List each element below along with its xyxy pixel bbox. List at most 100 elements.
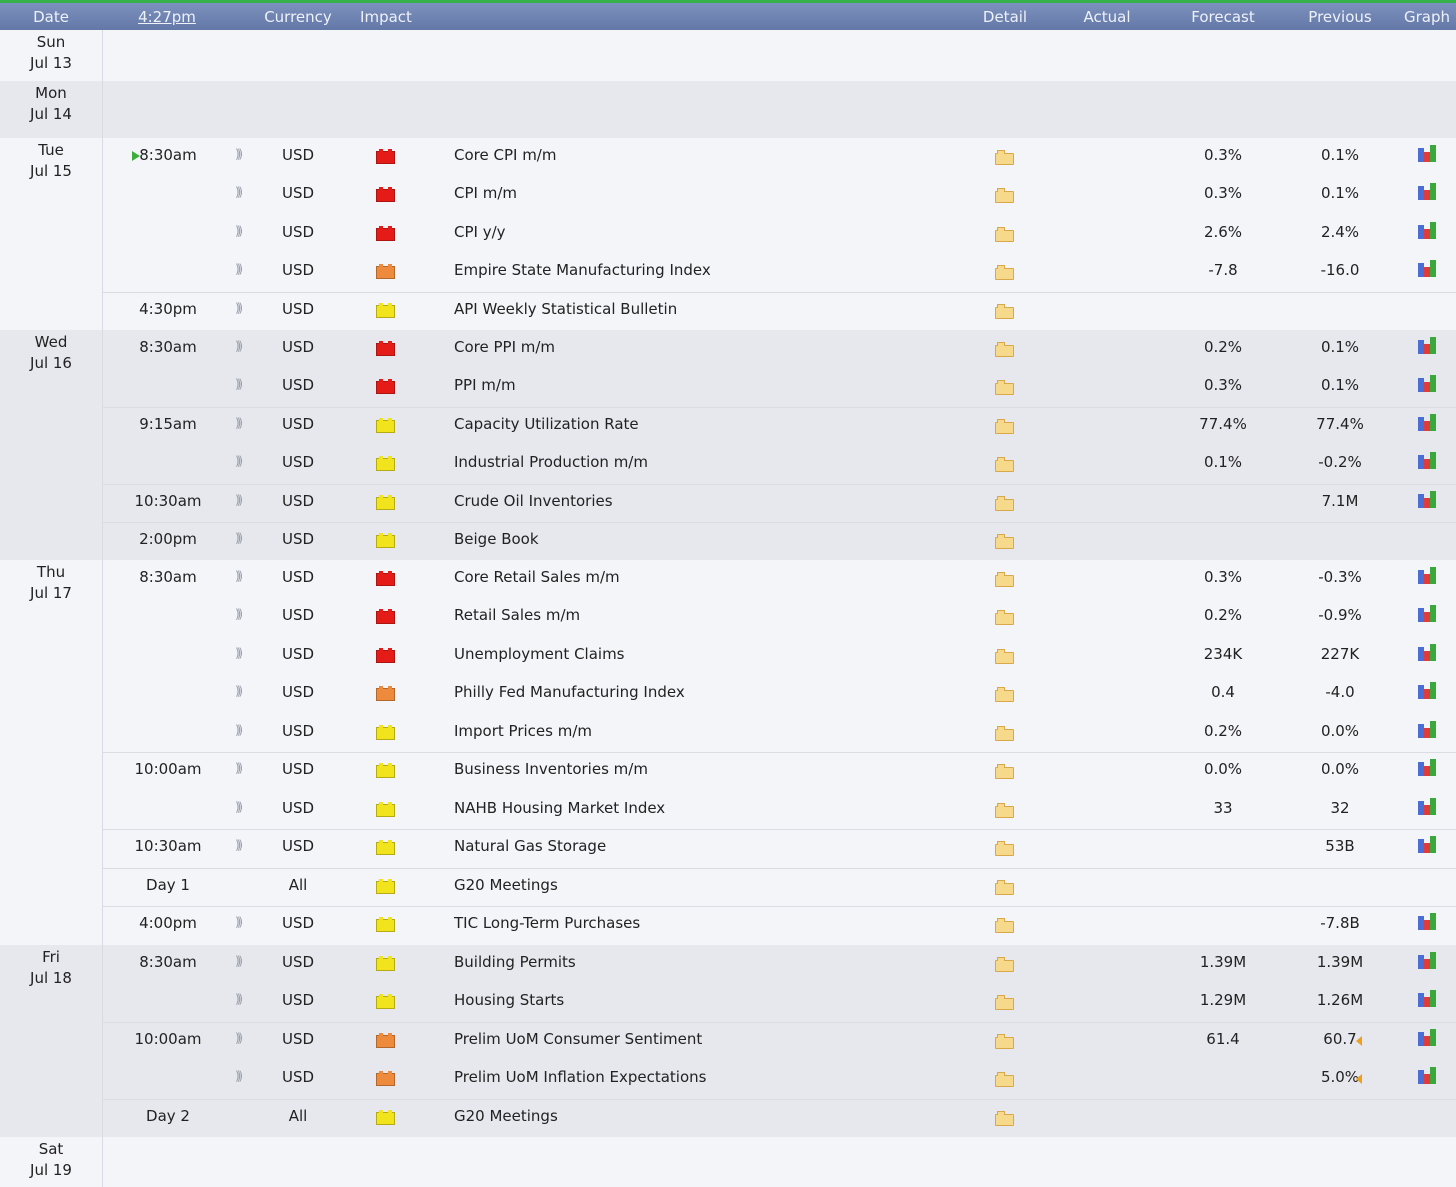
graph-chart-icon[interactable] [1416,989,1440,1008]
graph-chart-icon[interactable] [1416,643,1440,661]
event-row[interactable]: ))) USD Retail Sales m/m 0.2% -0.9% [0,598,1456,636]
event-title[interactable]: Prelim UoM Consumer Sentiment [454,1030,702,1048]
header-time-link[interactable]: 4:27pm [138,8,196,26]
detail-folder-icon[interactable] [995,957,1014,972]
event-row[interactable]: 10:00am))) USD Prelim UoM Consumer Sentime… [0,1021,1456,1060]
event-title[interactable]: Crude Oil Inventories [454,492,613,510]
detail-folder-icon[interactable] [995,918,1014,934]
graph-chart-icon[interactable] [1416,413,1440,431]
event-row[interactable]: 9:15am))) USD Capacity Utilization Rate 77.… [0,406,1456,445]
event-row[interactable]: 8:30am))) USD Core PPI m/m 0.2% 0.1% [0,330,1456,368]
graph-chart-icon[interactable] [1416,720,1440,738]
detail-folder-icon[interactable] [995,495,1014,511]
event-row[interactable]: ))) USD Industrial Production m/m 0.1% -0.2% [0,445,1456,483]
event-row[interactable]: 4:00pm))) USD TIC Long-Term Purchases -7.8B [0,906,1456,944]
event-title[interactable]: Unemployment Claims [454,645,625,663]
detail-folder-icon[interactable] [995,1110,1014,1126]
event-title[interactable]: G20 Meetings [454,1107,558,1125]
sound-alert-icon[interactable]: ))) [235,1069,243,1083]
event-title[interactable]: NAHB Housing Market Index [454,799,665,817]
detail-folder-icon[interactable] [995,802,1014,818]
sound-alert-icon[interactable]: ))) [235,377,243,391]
event-title[interactable]: Import Prices m/m [454,722,592,740]
graph-chart-icon[interactable] [1416,1066,1440,1085]
sound-alert-icon[interactable]: ))) [235,723,243,737]
event-title[interactable]: Retail Sales m/m [454,606,580,624]
event-title[interactable]: TIC Long-Term Purchases [454,914,640,932]
event-title[interactable]: Core Retail Sales m/m [454,568,620,586]
detail-folder-icon[interactable] [995,879,1014,895]
event-title[interactable]: API Weekly Statistical Bulletin [454,300,677,318]
event-title[interactable]: G20 Meetings [454,876,558,894]
graph-chart-icon[interactable] [1416,604,1440,623]
graph-chart-icon[interactable] [1416,259,1440,278]
sound-alert-icon[interactable]: ))) [235,224,243,238]
event-title[interactable]: Business Inventories m/m [454,760,648,778]
event-row[interactable]: 10:00am))) USD Business Inventories m/m 0.0… [0,752,1456,790]
sound-alert-icon[interactable]: ))) [235,646,243,660]
detail-folder-icon[interactable] [995,1033,1014,1049]
detail-folder-icon[interactable] [995,418,1014,434]
detail-folder-icon[interactable] [995,1072,1014,1088]
sound-alert-icon[interactable]: ))) [235,147,243,161]
detail-folder-icon[interactable] [995,572,1014,587]
detail-folder-icon[interactable] [995,380,1014,396]
sound-alert-icon[interactable]: ))) [235,684,243,698]
detail-folder-icon[interactable] [995,725,1014,741]
event-row[interactable]: ))) USD CPI m/m 0.3% 0.1% [0,176,1456,214]
event-row[interactable]: ))) USD PPI m/m 0.3% 0.1% [0,368,1456,406]
event-row[interactable]: 10:30am))) USD Crude Oil Inventories 7.1M [0,483,1456,522]
sound-alert-icon[interactable]: ))) [235,838,243,852]
event-title[interactable]: Capacity Utilization Rate [454,415,639,433]
detail-folder-icon[interactable] [995,764,1014,780]
event-title[interactable]: Industrial Production m/m [454,453,648,471]
sound-alert-icon[interactable]: ))) [235,262,243,276]
event-row[interactable]: 8:30am))) USD Core CPI m/m 0.3% 0.1% [0,138,1456,176]
event-row[interactable]: 2:00pm))) USD Beige Book [0,522,1456,560]
graph-chart-icon[interactable] [1416,451,1440,470]
graph-chart-icon[interactable] [1416,374,1440,393]
sound-alert-icon[interactable]: ))) [235,1031,243,1045]
sound-alert-icon[interactable]: ))) [235,531,243,545]
sound-alert-icon[interactable]: ))) [235,800,243,814]
event-title[interactable]: Philly Fed Manufacturing Index [454,683,685,701]
event-row[interactable]: ))) USD NAHB Housing Market Index 33 32 [0,791,1456,829]
event-row[interactable]: ))) USD Philly Fed Manufacturing Index 0.4 -… [0,675,1456,713]
graph-chart-icon[interactable] [1416,951,1440,969]
event-title[interactable]: Prelim UoM Inflation Expectations [454,1068,706,1086]
sound-alert-icon[interactable]: ))) [235,915,243,929]
sound-alert-icon[interactable]: ))) [235,607,243,621]
event-row[interactable]: ))) USD Import Prices m/m 0.2% 0.0% [0,714,1456,752]
detail-folder-icon[interactable] [995,648,1014,664]
event-title[interactable]: Housing Starts [454,991,564,1009]
event-row[interactable]: ))) USD Empire State Manufacturing Index -7… [0,253,1456,291]
graph-chart-icon[interactable] [1416,912,1440,931]
detail-folder-icon[interactable] [995,188,1014,204]
detail-folder-icon[interactable] [995,303,1014,319]
detail-folder-icon[interactable] [995,226,1014,242]
event-row[interactable]: ))) USD Prelim UoM Inflation Expectations 5… [0,1060,1456,1098]
sound-alert-icon[interactable]: ))) [235,454,243,468]
event-title[interactable]: CPI m/m [454,184,517,202]
event-row[interactable]: Day 1 All G20 Meetings [0,867,1456,906]
event-title[interactable]: Core CPI m/m [454,146,556,164]
detail-folder-icon[interactable] [995,457,1014,473]
graph-chart-icon[interactable] [1416,336,1440,354]
sound-alert-icon[interactable]: ))) [235,569,243,583]
event-title[interactable]: Natural Gas Storage [454,837,606,855]
event-title[interactable]: Beige Book [454,530,539,548]
event-title[interactable]: Building Permits [454,953,576,971]
event-title[interactable]: Empire State Manufacturing Index [454,261,711,279]
event-title[interactable]: PPI m/m [454,376,516,394]
graph-chart-icon[interactable] [1416,144,1440,162]
graph-chart-icon[interactable] [1416,221,1440,239]
sound-alert-icon[interactable]: ))) [235,761,243,775]
event-row[interactable]: 8:30am))) USD Building Permits 1.39M 1.39M [0,945,1456,983]
graph-chart-icon[interactable] [1416,490,1440,508]
event-row[interactable]: 4:30pm))) USD API Weekly Statistical Bulle… [0,291,1456,330]
event-row[interactable]: Day 2 All G20 Meetings [0,1098,1456,1137]
sound-alert-icon[interactable]: ))) [235,954,243,968]
detail-folder-icon[interactable] [995,995,1014,1011]
event-row[interactable]: ))) USD Unemployment Claims 234K 227K [0,637,1456,675]
sound-alert-icon[interactable]: ))) [235,416,243,430]
